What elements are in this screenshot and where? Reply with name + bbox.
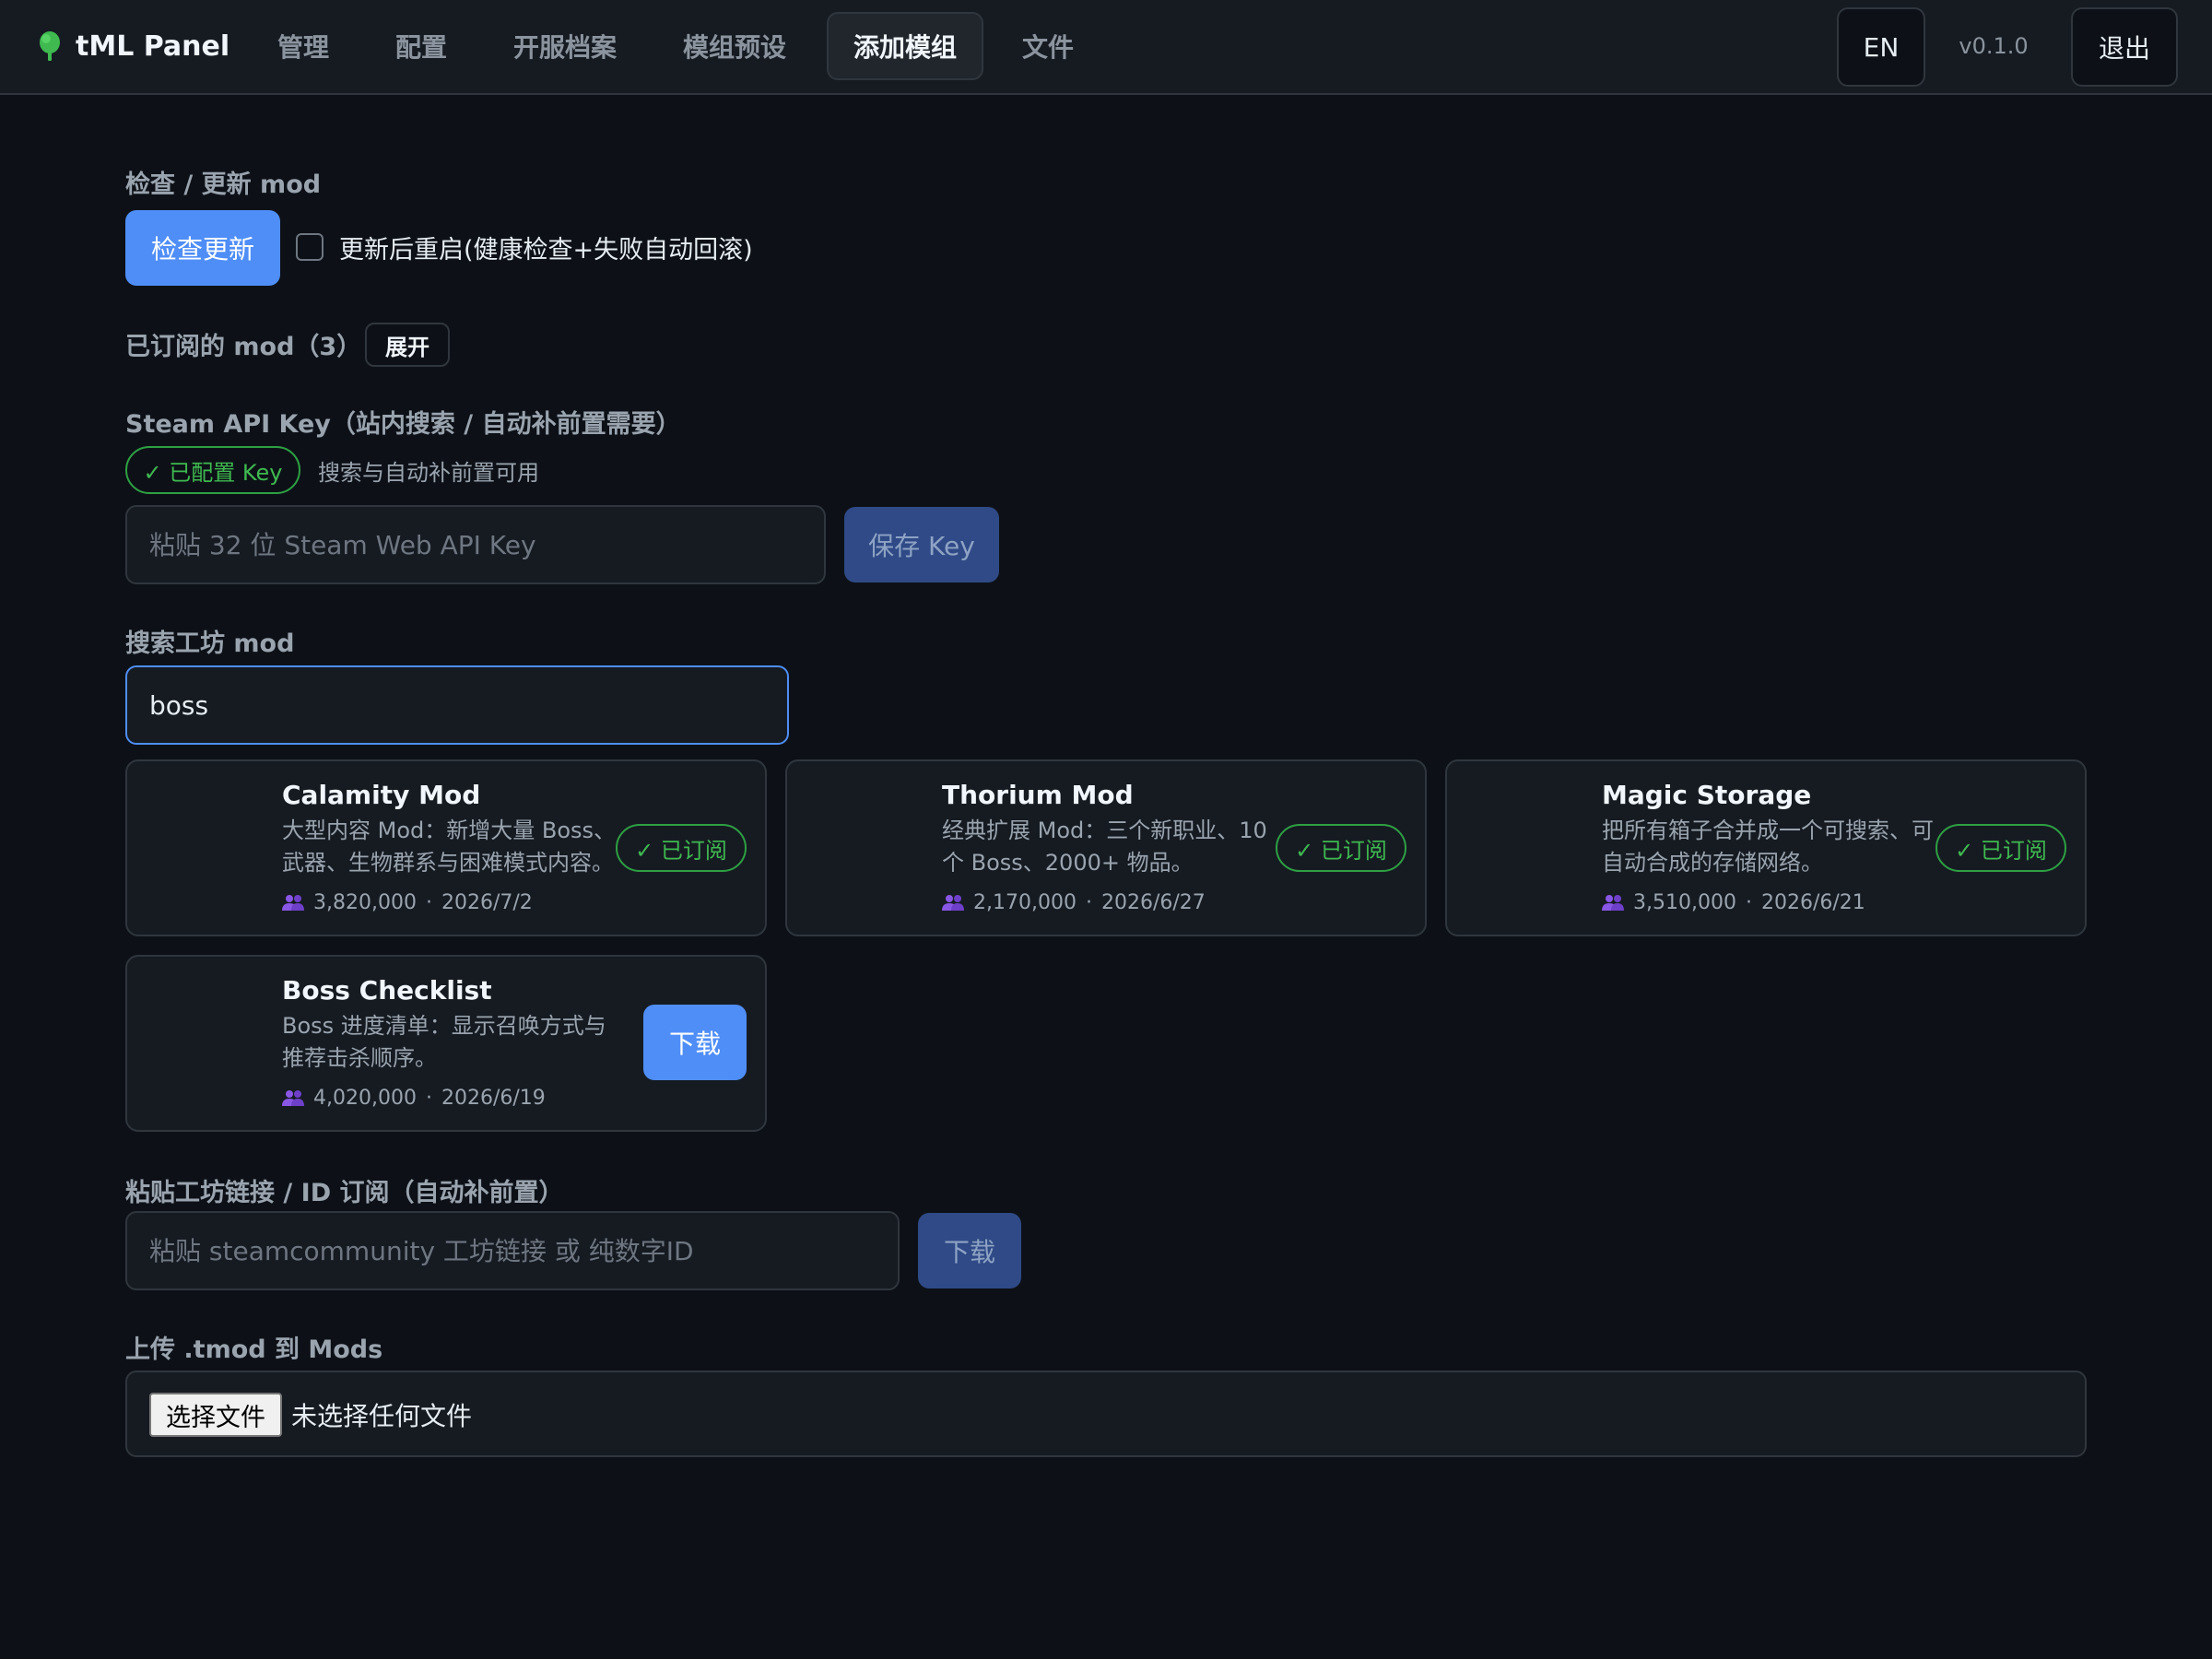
mod-meta: 2,170,000 · 2026/6/27 <box>942 887 1206 918</box>
api-key-status-badge: ✓ 已配置 Key <box>125 446 300 494</box>
mod-title: Calamity Mod <box>282 780 481 810</box>
search-result-card[interactable]: Boss Checklist Boss 进度清单：显示召唤方式与推荐击杀顺序。 … <box>125 955 767 1132</box>
meta-separator: · <box>1745 890 1752 914</box>
mod-title: Magic Storage <box>1602 780 1812 810</box>
save-key-button[interactable]: 保存 Key <box>844 507 999 582</box>
nav-tab-add-mods[interactable]: 添加模组 <box>827 12 983 80</box>
mod-updated-date: 2026/6/21 <box>1760 890 1865 914</box>
check-update-button[interactable]: 检查更新 <box>125 210 280 286</box>
mod-updated-date: 2026/6/27 <box>1100 890 1206 914</box>
mod-subscriber-count: 3,820,000 <box>313 890 417 914</box>
users-icon <box>282 895 304 911</box>
workshop-link-input[interactable] <box>125 1211 900 1290</box>
upload-section-label: 上传 .tmod 到 Mods <box>125 1335 383 1364</box>
mod-description: 大型内容 Mod：新增大量 Boss、武器、生物群系与困难模式内容。 <box>282 818 617 876</box>
brand-name: tML Panel <box>76 29 230 63</box>
meta-separator: · <box>425 890 432 914</box>
search-result-card[interactable]: Magic Storage 把所有箱子合并成一个可搜索、可自动合成的存储网络。 … <box>1445 759 2087 936</box>
restart-after-update-label[interactable]: 更新后重启(健康检查+失败自动回滚) <box>339 229 753 265</box>
api-key-input[interactable] <box>125 505 826 584</box>
no-file-selected-text: 未选择任何文件 <box>291 1401 473 1431</box>
nav-tab-files[interactable]: 文件 <box>1014 12 1082 80</box>
logout-button[interactable]: 退出 <box>2071 7 2178 87</box>
mod-meta: 3,510,000 · 2026/6/21 <box>1602 887 1865 918</box>
language-toggle-button[interactable]: EN <box>1837 7 1925 87</box>
subscribed-mods-label: 已订阅的 mod（3） <box>125 333 362 361</box>
tree-icon <box>40 31 60 61</box>
mod-title: Boss Checklist <box>282 975 492 1006</box>
nav-tab-server-profiles[interactable]: 开服档案 <box>505 12 625 80</box>
version-label: v0.1.0 <box>1959 33 2029 59</box>
users-icon <box>282 1090 304 1106</box>
mod-description: 经典扩展 Mod：三个新职业、10 个 Boss、2000+ 物品。 <box>942 818 1267 876</box>
download-mod-button[interactable]: 下载 <box>643 1005 747 1080</box>
api-key-status-hint: 搜索与自动补前置可用 <box>318 459 539 486</box>
meta-separator: · <box>425 1086 432 1110</box>
mod-updated-date: 2026/6/19 <box>441 1086 546 1110</box>
mod-meta: 3,820,000 · 2026/7/2 <box>282 887 533 918</box>
nav-tab-config[interactable]: 配置 <box>387 12 455 80</box>
link-download-button[interactable]: 下载 <box>918 1213 1021 1288</box>
mod-title: Thorium Mod <box>942 780 1134 810</box>
api-key-section-label: Steam API Key（站内搜索 / 自动补前置需要） <box>125 410 681 439</box>
brand[interactable]: tML Panel <box>37 0 229 92</box>
search-section-label: 搜索工坊 mod <box>125 629 295 658</box>
mod-subscriber-count: 4,020,000 <box>313 1086 417 1110</box>
nav-tab-manage[interactable]: 管理 <box>269 12 337 80</box>
users-icon <box>942 895 964 911</box>
top-navigation-bar: tML Panel 管理 配置 开服档案 模组预设 添加模组 文件 EN v0.… <box>0 0 2212 95</box>
tmod-upload-field: 选择文件 未选择任何文件 <box>125 1371 2087 1457</box>
mod-meta: 4,020,000 · 2026/6/19 <box>282 1082 546 1113</box>
meta-separator: · <box>1085 890 1092 914</box>
mod-thumbnail <box>806 780 942 916</box>
subscribed-badge: ✓ 已订阅 <box>1276 824 1406 872</box>
nav-tab-mod-presets[interactable]: 模组预设 <box>675 12 794 80</box>
mod-description: Boss 进度清单：显示召唤方式与推荐击杀顺序。 <box>282 1013 606 1071</box>
choose-file-button[interactable]: 选择文件 <box>149 1393 282 1437</box>
subscribed-badge: ✓ 已订阅 <box>1936 824 2066 872</box>
mod-updated-date: 2026/7/2 <box>441 890 533 914</box>
workshop-search-input[interactable] <box>125 665 789 745</box>
mod-subscriber-count: 2,170,000 <box>973 890 1077 914</box>
link-subscribe-section-label: 粘贴工坊链接 / ID 订阅（自动补前置） <box>125 1179 564 1207</box>
users-icon <box>1602 895 1624 911</box>
mod-thumbnail <box>1465 780 1602 916</box>
mod-description: 把所有箱子合并成一个可搜索、可自动合成的存储网络。 <box>1602 818 1934 876</box>
restart-after-update-checkbox[interactable] <box>296 233 324 261</box>
expand-subscribed-button[interactable]: 展开 <box>365 323 450 367</box>
subscribed-badge: ✓ 已订阅 <box>616 824 747 872</box>
mod-thumbnail <box>146 780 282 916</box>
mod-thumbnail <box>146 975 282 1112</box>
mod-subscriber-count: 3,510,000 <box>1633 890 1736 914</box>
check-update-section-label: 检查 / 更新 mod <box>125 171 322 199</box>
search-result-card[interactable]: Thorium Mod 经典扩展 Mod：三个新职业、10 个 Boss、200… <box>785 759 1427 936</box>
search-result-card[interactable]: Calamity Mod 大型内容 Mod：新增大量 Boss、武器、生物群系与… <box>125 759 767 936</box>
